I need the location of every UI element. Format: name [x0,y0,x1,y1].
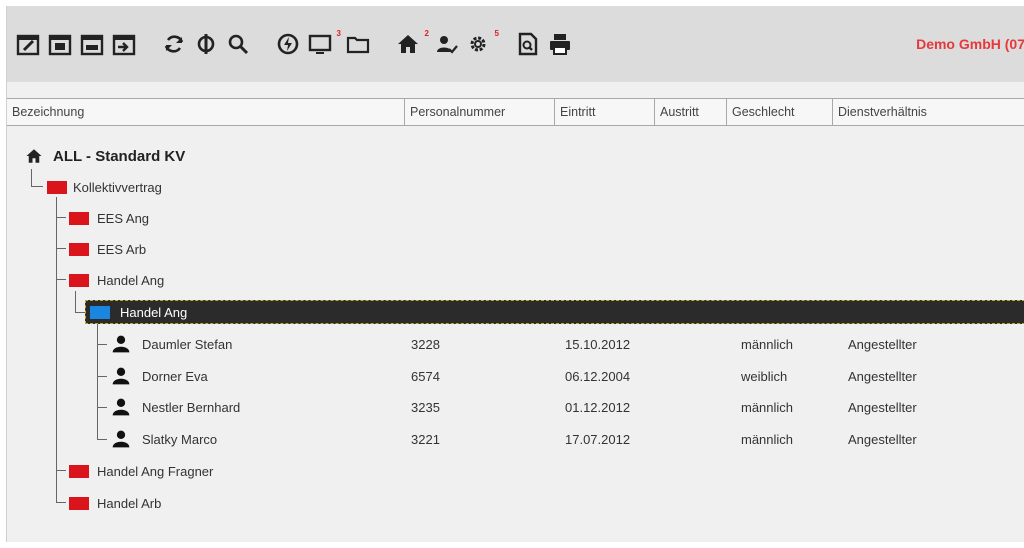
calendar-edit-icon[interactable] [15,31,41,57]
home-icon [26,149,42,163]
col-bezeichnung[interactable]: Bezeichnung [7,99,405,125]
employee-name: Dorner Eva [142,368,208,384]
employee-geschlecht: weiblich [741,368,788,384]
person-icon [112,367,130,385]
calendar-icon[interactable] [47,31,73,57]
node-label: EES Ang [97,210,150,226]
column-header: Bezeichnung Personalnummer Eintritt Aust… [7,98,1024,126]
table-row[interactable]: Slatky Marco 3221 17.07.2012 männlich An… [7,427,1024,451]
node-label: Handel Ang Fragner [97,463,214,479]
employee-nr: 6574 [411,368,440,384]
sync-icon[interactable] [193,31,219,57]
employee-geschlecht: männlich [741,431,794,447]
power-icon[interactable] [275,31,301,57]
person-icon [112,335,130,353]
tree-node-group[interactable]: Handel Ang [7,268,1024,292]
app-window: 3 2 5 Demo GmbH (07 Bezeichnung Personal… [6,6,1024,542]
col-geschlecht[interactable]: Geschlecht [727,99,833,125]
monitor-icon[interactable]: 3 [307,29,341,57]
person-icon [112,430,130,448]
tree-node-selected[interactable]: Handel Ang [85,300,1024,324]
node-label: Handel Ang [120,304,188,320]
folder-icon [69,212,89,225]
folder-icon [69,243,89,256]
employee-dienst: Angestellter [848,431,917,447]
tree-node-group[interactable]: EES Ang [7,206,1024,230]
tree-node-kollektivvertrag[interactable]: Kollektivvertrag [7,175,1024,199]
folder-icon [69,497,89,510]
root-label: ALL - Standard KV [53,147,186,165]
settings-icon[interactable]: 5 [465,29,499,57]
employee-nr: 3235 [411,399,440,415]
calendar-view-icon[interactable] [79,31,105,57]
calendar-next-icon[interactable] [111,31,137,57]
home-badge: 2 [424,29,429,38]
col-dienstverhaeltnis[interactable]: Dienstverhältnis [833,99,1024,125]
employee-eintritt: 17.07.2012 [565,431,631,447]
employee-eintritt: 01.12.2012 [565,399,631,415]
col-eintritt[interactable]: Eintritt [555,99,655,125]
refresh-icon[interactable] [161,31,187,57]
tree-node-group[interactable]: EES Arb [7,237,1024,261]
employee-dienst: Angestellter [848,368,917,384]
employee-eintritt: 15.10.2012 [565,336,631,352]
col-austritt[interactable]: Austritt [655,99,727,125]
folder-icon [69,465,89,478]
col-personalnummer[interactable]: Personalnummer [405,99,555,125]
employee-geschlecht: männlich [741,399,794,415]
employee-name: Nestler Bernhard [142,399,241,415]
tree-node-group[interactable]: Handel Ang Fragner [7,459,1024,483]
document-search-icon[interactable] [515,31,541,57]
tree-line [75,291,76,312]
person-icon [112,398,130,416]
employee-name: Daumler Stefan [142,336,233,352]
employee-name: Slatky Marco [142,431,218,447]
tree-root[interactable]: ALL - Standard KV [7,144,1024,168]
company-name: Demo GmbH (07 [916,36,1024,52]
search-icon[interactable] [225,31,251,57]
table-row[interactable]: Daumler Stefan 3228 15.10.2012 männlich … [7,332,1024,356]
toolbar: 3 2 5 Demo GmbH (07 [7,6,1024,82]
tree-line [75,312,85,313]
employee-nr: 3221 [411,431,440,447]
tree-node-group[interactable]: Handel Arb [7,491,1024,515]
employee-dienst: Angestellter [848,336,917,352]
node-label: Handel Arb [97,495,162,511]
folder-icon [69,274,89,287]
monitor-badge: 3 [336,29,341,38]
node-label: Kollektivvertrag [73,179,162,195]
home-icon[interactable]: 2 [395,29,429,57]
table-row[interactable]: Dorner Eva 6574 06.12.2004 weiblich Ange… [7,364,1024,388]
print-icon[interactable] [547,31,573,57]
folder-icon [90,306,110,319]
node-label: EES Arb [97,241,147,257]
employee-eintritt: 06.12.2004 [565,368,631,384]
users-icon[interactable] [433,31,459,57]
folder-icon[interactable] [345,31,371,57]
folder-icon [47,181,67,194]
employee-nr: 3228 [411,336,440,352]
node-label: Handel Ang [97,272,165,288]
employee-dienst: Angestellter [848,399,917,415]
tree-table: ALL - Standard KV Kollektivvertrag EES A… [7,127,1024,542]
settings-badge: 5 [494,29,499,38]
table-row[interactable]: Nestler Bernhard 3235 01.12.2012 männlic… [7,395,1024,419]
employee-geschlecht: männlich [741,336,794,352]
